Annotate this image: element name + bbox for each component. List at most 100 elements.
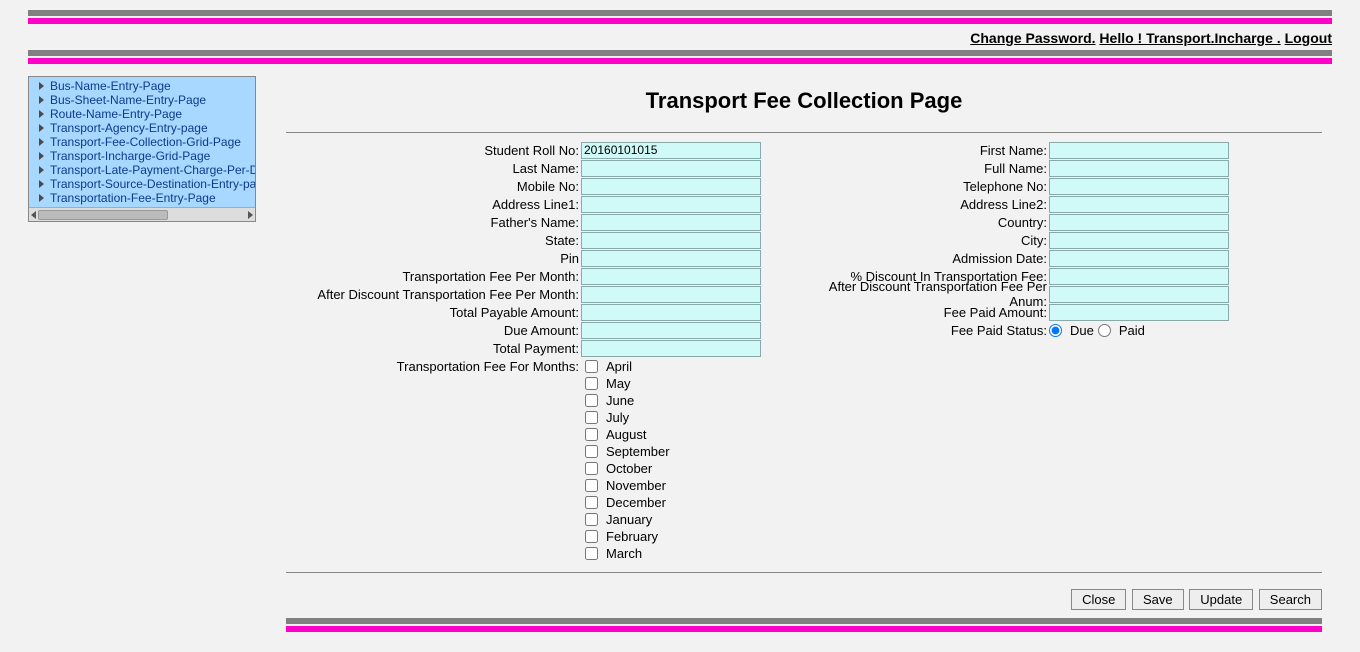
field-pin[interactable] <box>581 250 761 267</box>
sidebar-item-4[interactable]: Transport-Fee-Collection-Grid-Page <box>29 135 255 149</box>
sidebar-item-label: Transport-Source-Destination-Entry-pa <box>50 177 255 191</box>
month-checkbox-june[interactable] <box>585 394 598 407</box>
field-father[interactable] <box>581 214 761 231</box>
bottom-stripe-grey <box>286 618 1322 624</box>
month-label: June <box>606 393 634 408</box>
sidebar-item-1[interactable]: Bus-Sheet-Name-Entry-Page <box>29 93 255 107</box>
scroll-left-icon[interactable] <box>31 211 36 219</box>
sidebar-item-7[interactable]: Transport-Source-Destination-Entry-pa <box>29 177 255 191</box>
sidebar-item-3[interactable]: Transport-Agency-Entry-page <box>29 121 255 135</box>
field-total-payable[interactable] <box>581 304 761 321</box>
month-checkbox-july[interactable] <box>585 411 598 424</box>
triangle-icon <box>39 138 44 146</box>
sidebar-item-6[interactable]: Transport-Late-Payment-Charge-Per-Da <box>29 163 255 177</box>
logout-link[interactable]: Logout <box>1285 30 1332 46</box>
label-after-disc-month: After Discount Transportation Fee Per Mo… <box>286 287 581 302</box>
month-label: April <box>606 359 632 374</box>
sidebar-item-label: Route-Name-Entry-Page <box>50 107 182 121</box>
label-admission-date: Admission Date: <box>804 251 1049 266</box>
field-admission-date[interactable] <box>1049 250 1229 267</box>
form-col-left: Student Roll No:20160101015 Last Name: M… <box>286 141 804 375</box>
month-checkbox-august[interactable] <box>585 428 598 441</box>
triangle-icon <box>39 166 44 174</box>
update-button[interactable]: Update <box>1189 589 1253 610</box>
month-checkbox-april[interactable] <box>585 360 598 373</box>
triangle-icon <box>39 110 44 118</box>
radio-due-label: Due <box>1070 323 1094 338</box>
field-student-roll[interactable]: 20160101015 <box>581 142 761 159</box>
month-checkbox-february[interactable] <box>585 530 598 543</box>
label-student-roll: Student Roll No: <box>286 143 581 158</box>
month-row: June <box>581 392 1322 409</box>
field-total-payment[interactable] <box>581 340 761 357</box>
field-due-amount[interactable] <box>581 322 761 339</box>
month-row: March <box>581 545 1322 562</box>
field-first-name[interactable] <box>1049 142 1229 159</box>
form-col-right: First Name: Full Name: Telephone No: Add… <box>804 141 1322 375</box>
month-checkbox-december[interactable] <box>585 496 598 509</box>
label-fee-paid-amount: Fee Paid Amount: <box>804 305 1049 320</box>
save-button[interactable]: Save <box>1132 589 1184 610</box>
sidebar-item-8[interactable]: Transportation-Fee-Entry-Page <box>29 191 255 205</box>
sidebar-item-2[interactable]: Route-Name-Entry-Page <box>29 107 255 121</box>
scroll-right-icon[interactable] <box>248 211 253 219</box>
field-fee-paid-amount[interactable] <box>1049 304 1229 321</box>
month-checkbox-november[interactable] <box>585 479 598 492</box>
field-discount-pct[interactable] <box>1049 268 1229 285</box>
main-content: Transport Fee Collection Page Student Ro… <box>256 74 1332 632</box>
field-after-disc-annum[interactable] <box>1049 286 1229 303</box>
close-button[interactable]: Close <box>1071 589 1126 610</box>
greeting-link[interactable]: Hello ! Transport.Incharge . <box>1099 30 1280 46</box>
top-stripe-grey <box>28 10 1332 16</box>
bottom-stripe-pink <box>286 626 1322 632</box>
field-city[interactable] <box>1049 232 1229 249</box>
label-telephone: Telephone No: <box>804 179 1049 194</box>
divider-top <box>286 132 1322 133</box>
search-button[interactable]: Search <box>1259 589 1322 610</box>
change-password-link[interactable]: Change Password. <box>970 30 1095 46</box>
field-telephone[interactable] <box>1049 178 1229 195</box>
month-label: July <box>606 410 629 425</box>
form-area: Student Roll No:20160101015 Last Name: M… <box>286 141 1322 375</box>
month-row: July <box>581 409 1322 426</box>
scroll-thumb[interactable] <box>38 210 168 220</box>
radio-paid-label: Paid <box>1119 323 1145 338</box>
month-checkbox-january[interactable] <box>585 513 598 526</box>
radio-due[interactable] <box>1049 324 1062 337</box>
field-country[interactable] <box>1049 214 1229 231</box>
sidebar: Bus-Name-Entry-PageBus-Sheet-Name-Entry-… <box>28 76 256 222</box>
field-addr1[interactable] <box>581 196 761 213</box>
triangle-icon <box>39 194 44 202</box>
sidebar-item-0[interactable]: Bus-Name-Entry-Page <box>29 79 255 93</box>
field-addr2[interactable] <box>1049 196 1229 213</box>
field-mobile[interactable] <box>581 178 761 195</box>
triangle-icon <box>39 124 44 132</box>
month-checkbox-september[interactable] <box>585 445 598 458</box>
month-checkbox-october[interactable] <box>585 462 598 475</box>
sidebar-item-label: Bus-Name-Entry-Page <box>50 79 171 93</box>
fee-status-radios: Due Paid <box>1049 323 1229 338</box>
page-title: Transport Fee Collection Page <box>286 88 1322 114</box>
field-last-name[interactable] <box>581 160 761 177</box>
sidebar-scrollbar[interactable] <box>29 207 255 221</box>
field-state[interactable] <box>581 232 761 249</box>
radio-paid[interactable] <box>1098 324 1111 337</box>
mid-stripe-grey <box>28 50 1332 56</box>
triangle-icon <box>39 180 44 188</box>
label-state: State: <box>286 233 581 248</box>
month-checkbox-may[interactable] <box>585 377 598 390</box>
label-due-amount: Due Amount: <box>286 323 581 338</box>
sidebar-item-label: Transport-Incharge-Grid-Page <box>50 149 210 163</box>
label-pin: Pin <box>286 251 581 266</box>
field-after-disc-month[interactable] <box>581 286 761 303</box>
month-checkbox-march[interactable] <box>585 547 598 560</box>
label-total-payable: Total Payable Amount: <box>286 305 581 320</box>
field-fee-month[interactable] <box>581 268 761 285</box>
month-row: December <box>581 494 1322 511</box>
button-bar: Close Save Update Search <box>286 581 1322 614</box>
month-label: December <box>606 495 666 510</box>
field-full-name[interactable] <box>1049 160 1229 177</box>
month-row: November <box>581 477 1322 494</box>
divider-bottom <box>286 572 1322 573</box>
sidebar-item-5[interactable]: Transport-Incharge-Grid-Page <box>29 149 255 163</box>
